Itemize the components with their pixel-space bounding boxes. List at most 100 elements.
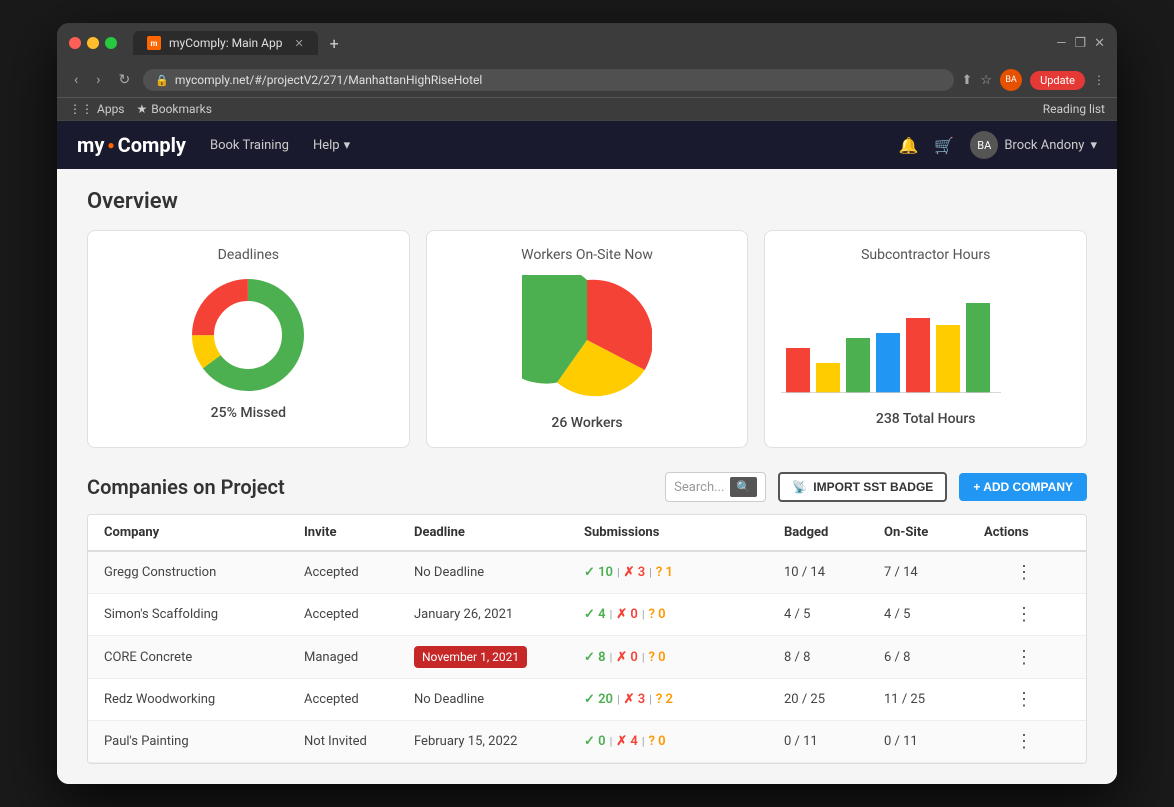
apps-bookmark[interactable]: ⋮⋮ Apps bbox=[69, 102, 125, 116]
tab-title: myComply: Main App bbox=[169, 36, 282, 50]
new-tab-button[interactable]: + bbox=[330, 34, 339, 53]
cart-icon[interactable]: 🛒 bbox=[934, 136, 954, 155]
import-icon: 📡 bbox=[792, 480, 807, 494]
browser-titlebar: m myComply: Main App ✕ + — ❐ ✕ bbox=[57, 23, 1117, 63]
menu-dots[interactable]: ⋮ bbox=[1093, 73, 1105, 87]
tab-favicon: m bbox=[147, 36, 161, 50]
notifications-icon[interactable]: 🔔 bbox=[898, 136, 918, 155]
actions-menu-3[interactable]: ⋮ bbox=[984, 647, 1064, 668]
search-box[interactable]: Search... 🔍 bbox=[665, 472, 766, 502]
search-button[interactable]: 🔍 bbox=[730, 477, 757, 497]
user-chevron: ▾ bbox=[1090, 138, 1097, 153]
search-placeholder: Search... bbox=[674, 480, 724, 495]
sub-green-5: ✓ 0 bbox=[584, 734, 606, 749]
col-company: Company bbox=[104, 525, 304, 540]
logo-comply: Comply bbox=[118, 133, 186, 157]
window-close-icon[interactable]: ✕ bbox=[1094, 36, 1105, 51]
hours-subtitle: 238 Total Hours bbox=[876, 411, 976, 427]
cell-deadline-2: January 26, 2021 bbox=[414, 607, 584, 622]
minimize-dot[interactable] bbox=[87, 37, 99, 49]
tab-close-button[interactable]: ✕ bbox=[294, 37, 303, 50]
hours-card: Subcontractor Hours bbox=[764, 230, 1087, 448]
cell-invite-4: Accepted bbox=[304, 692, 414, 707]
deadlines-card: Deadlines 25% Missed bbox=[87, 230, 410, 448]
actions-menu-2[interactable]: ⋮ bbox=[984, 604, 1064, 625]
update-button[interactable]: Update bbox=[1030, 71, 1085, 90]
cell-invite-1: Accepted bbox=[304, 565, 414, 580]
actions-menu-1[interactable]: ⋮ bbox=[984, 562, 1064, 583]
top-nav: my●Comply Book Training Help ▾ 🔔 🛒 BA Br… bbox=[57, 121, 1117, 169]
book-training-link[interactable]: Book Training bbox=[210, 138, 289, 153]
companies-table: Company Invite Deadline Submissions Badg… bbox=[87, 514, 1087, 764]
cell-onsite-3: 6 / 8 bbox=[884, 650, 984, 665]
col-badged: Badged bbox=[784, 525, 884, 540]
logo-my: my bbox=[77, 133, 104, 157]
close-dot[interactable] bbox=[69, 37, 81, 49]
import-label: IMPORT SST BADGE bbox=[813, 480, 933, 494]
bookmarks-item[interactable]: ★ Bookmarks bbox=[137, 102, 212, 116]
col-onsite: On-Site bbox=[884, 525, 984, 540]
table-row: Gregg Construction Accepted No Deadline … bbox=[88, 552, 1086, 594]
sub-orange-3: ? 0 bbox=[649, 650, 666, 665]
cell-submissions-4: ✓ 20 | ✗ 3 | ? 2 bbox=[584, 692, 784, 707]
cell-company-2: Simon's Scaffolding bbox=[104, 607, 304, 622]
overview-title: Overview bbox=[87, 189, 1087, 214]
actions-menu-5[interactable]: ⋮ bbox=[984, 731, 1064, 752]
url-text: mycomply.net/#/projectV2/271/ManhattanHi… bbox=[175, 73, 482, 87]
add-company-button[interactable]: + ADD COMPANY bbox=[959, 473, 1087, 501]
browser-window: m myComply: Main App ✕ + — ❐ ✕ ‹ › ↻ 🔒 m… bbox=[57, 23, 1117, 784]
user-avatar-small[interactable]: BA bbox=[1000, 69, 1022, 91]
past-deadline-badge: November 1, 2021 bbox=[414, 646, 527, 668]
lock-icon: 🔒 bbox=[155, 74, 169, 87]
sub-orange-1: ? 1 bbox=[656, 565, 673, 580]
share-icon[interactable]: ⬆ bbox=[962, 73, 973, 88]
user-menu[interactable]: BA Brock Andony ▾ bbox=[970, 131, 1097, 159]
cell-company-3: CORE Concrete bbox=[104, 650, 304, 665]
browser-tab[interactable]: m myComply: Main App ✕ bbox=[133, 31, 318, 55]
bookmarks-bar: ⋮⋮ Apps ★ Bookmarks Reading list bbox=[57, 98, 1117, 121]
companies-title: Companies on Project bbox=[87, 475, 285, 499]
browser-toolbar: ‹ › ↻ 🔒 mycomply.net/#/projectV2/271/Man… bbox=[57, 63, 1117, 98]
sub-red-2: ✗ 0 bbox=[616, 607, 638, 622]
forward-button[interactable]: › bbox=[91, 70, 105, 90]
bookmark-icon[interactable]: ☆ bbox=[980, 73, 992, 88]
star-icon: ★ bbox=[137, 102, 148, 116]
reading-list-item[interactable]: Reading list bbox=[1043, 102, 1105, 116]
window-controls bbox=[69, 37, 117, 49]
refresh-button[interactable]: ↻ bbox=[113, 70, 135, 90]
user-name: Brock Andony bbox=[1004, 138, 1084, 153]
col-submissions: Submissions bbox=[584, 525, 784, 540]
maximize-dot[interactable] bbox=[105, 37, 117, 49]
sub-green-3: ✓ 8 bbox=[584, 650, 606, 665]
deadlines-subtitle: 25% Missed bbox=[211, 405, 286, 421]
url-bar[interactable]: 🔒 mycomply.net/#/projectV2/271/Manhattan… bbox=[143, 69, 953, 91]
cell-submissions-2: ✓ 4 | ✗ 0 | ? 0 bbox=[584, 607, 784, 622]
sub-orange-5: ? 0 bbox=[649, 734, 666, 749]
deadlines-donut bbox=[188, 275, 308, 395]
app-content: my●Comply Book Training Help ▾ 🔔 🛒 BA Br… bbox=[57, 121, 1117, 784]
browser-actions: ⬆ ☆ BA Update ⋮ bbox=[962, 69, 1106, 91]
cell-onsite-2: 4 / 5 bbox=[884, 607, 984, 622]
table-row: Redz Woodworking Accepted No Deadline ✓ … bbox=[88, 679, 1086, 721]
sub-green-4: ✓ 20 bbox=[584, 692, 613, 707]
restore-icon[interactable]: ❐ bbox=[1074, 36, 1086, 51]
minimize-icon[interactable]: — bbox=[1056, 36, 1066, 51]
sub-red-3: ✗ 0 bbox=[616, 650, 638, 665]
import-sst-button[interactable]: 📡 IMPORT SST BADGE bbox=[778, 472, 947, 502]
workers-title: Workers On-Site Now bbox=[521, 247, 653, 263]
cell-submissions-3: ✓ 8 | ✗ 0 | ? 0 bbox=[584, 650, 784, 665]
logo: my●Comply bbox=[77, 133, 186, 157]
cell-company-4: Redz Woodworking bbox=[104, 692, 304, 707]
workers-card: Workers On-Site Now 26 Workers bbox=[426, 230, 749, 448]
cell-deadline-4: No Deadline bbox=[414, 692, 584, 707]
main-area: Overview Deadlines bbox=[57, 169, 1117, 784]
help-dropdown[interactable]: Help ▾ bbox=[313, 138, 350, 153]
hours-title: Subcontractor Hours bbox=[861, 247, 990, 263]
user-avatar: BA bbox=[970, 131, 998, 159]
help-chevron: ▾ bbox=[344, 138, 351, 153]
actions-menu-4[interactable]: ⋮ bbox=[984, 689, 1064, 710]
cell-badged-4: 20 / 25 bbox=[784, 692, 884, 707]
back-button[interactable]: ‹ bbox=[69, 70, 83, 90]
cell-badged-5: 0 / 11 bbox=[784, 734, 884, 749]
nav-right: 🔔 🛒 BA Brock Andony ▾ bbox=[898, 131, 1097, 159]
